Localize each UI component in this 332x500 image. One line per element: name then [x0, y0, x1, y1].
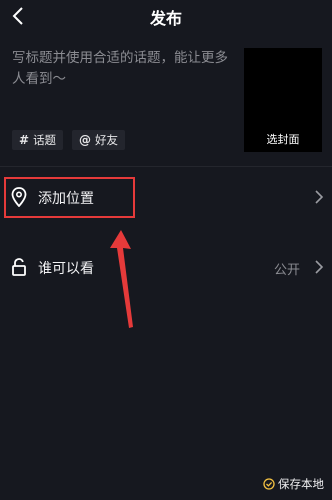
- topic-chip-label: 话题: [33, 133, 57, 147]
- chevron-right-icon: [315, 190, 324, 204]
- friend-chip-button[interactable]: @ 好友: [72, 130, 125, 150]
- cover-picker[interactable]: 选封面: [244, 48, 322, 152]
- caption-input[interactable]: 写标题并使用合适的话题，能让更多人看到～: [12, 48, 234, 90]
- visibility-label: 谁可以看: [38, 261, 94, 277]
- check-circle-icon: [263, 478, 275, 490]
- highlight-annotation-box: [4, 177, 135, 218]
- friend-chip-label: 好友: [95, 133, 118, 147]
- divider: [0, 166, 332, 167]
- visibility-row[interactable]: 谁可以看 公开: [0, 247, 332, 287]
- chevron-right-icon: [315, 260, 324, 274]
- page-title: 发布: [149, 9, 182, 28]
- save-local-label: 保存本地: [278, 477, 324, 491]
- save-local-button[interactable]: 保存本地: [263, 476, 324, 492]
- cover-label: 选封面: [266, 133, 300, 146]
- top-bar: 发布: [0, 0, 332, 32]
- at-icon: @: [79, 133, 91, 147]
- unlock-icon: [12, 258, 26, 276]
- hashtag-icon: #: [19, 133, 30, 147]
- visibility-value: 公开: [273, 263, 300, 278]
- topic-chip-button[interactable]: # 话题: [12, 130, 64, 150]
